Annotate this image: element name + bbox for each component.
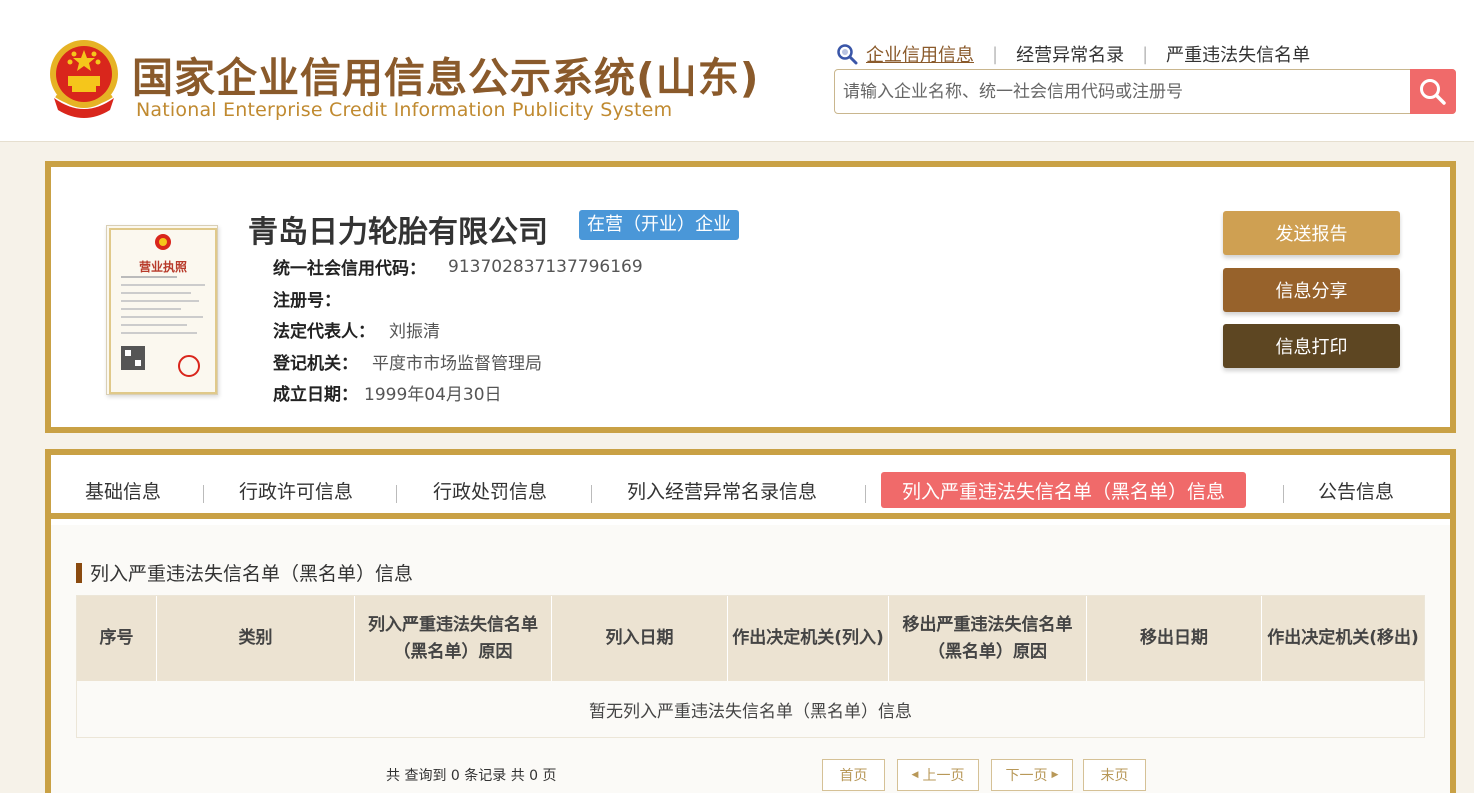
prev-page-button[interactable]: ◀ 上一页 (897, 759, 979, 791)
nav-link-abnormal-list[interactable]: 经营异常名录 (1016, 41, 1124, 67)
send-report-button[interactable]: 发送报告 (1223, 211, 1400, 255)
tab-separator (203, 485, 204, 503)
info-row-authority: 登记机关： 平度市市场监督管理局 (273, 353, 542, 374)
site-title-en: National Enterprise Credit Information P… (136, 99, 673, 121)
table-empty-message: 暂无列入严重违法失信名单（黑名单）信息 (77, 681, 1424, 737)
company-info: 统一社会信用代码： 913702837137796169 注册号： 法定代表人：… (273, 251, 643, 409)
column-header: 移出严重违法失信名单（黑名单）原因 (889, 596, 1087, 681)
print-info-button[interactable]: 信息打印 (1223, 324, 1400, 368)
first-page-button[interactable]: 首页 (822, 759, 885, 791)
share-info-button[interactable]: 信息分享 (1223, 268, 1400, 312)
tab-bar: 基础信息 行政许可信息 行政处罚信息 列入经营异常名录信息 列入严重违法失信名单… (51, 455, 1450, 519)
site-title-cn: 国家企业信用信息公示系统(山东) (132, 54, 760, 102)
info-row-legal-rep: 法定代表人： 刘振清 (273, 322, 440, 343)
pagination-summary: 共 查询到 0 条记录 共 0 页 (386, 768, 557, 784)
search-button[interactable] (1410, 69, 1456, 114)
tab-admin-penalty[interactable]: 行政处罚信息 (433, 472, 547, 508)
site-header: 国家企业信用信息公示系统(山东) National Enterprise Cre… (0, 0, 1474, 142)
section-title: 列入严重违法失信名单（黑名单）信息 (76, 559, 413, 586)
tab-basic-info[interactable]: 基础信息 (85, 472, 161, 508)
company-name: 青岛日力轮胎有限公司 (248, 215, 548, 250)
tab-separator (1283, 485, 1284, 503)
status-badge: 在营（开业）企业 (579, 210, 739, 240)
tab-announcements[interactable]: 公告信息 (1318, 472, 1394, 508)
tab-blacklist[interactable]: 列入严重违法失信名单（黑名单）信息 (881, 472, 1247, 508)
column-header: 作出决定机关(移出) (1267, 628, 1419, 648)
last-page-button[interactable]: 末页 (1083, 759, 1146, 791)
column-header: 列入严重违法失信名单（黑名单）原因 (355, 596, 552, 681)
national-emblem-icon (50, 40, 118, 118)
license-title: 营业执照 (138, 260, 187, 274)
search-icon (1420, 78, 1446, 105)
blacklist-table: 序号 类别 列入严重违法失信名单（黑名单）原因 列入日期 作出决定机关(列入) … (76, 595, 1425, 738)
column-header: 序号 (77, 596, 157, 681)
next-page-button[interactable]: 下一页 ▶ (991, 759, 1073, 791)
tab-separator (396, 485, 397, 503)
license-image-icon (109, 228, 217, 394)
info-row-established: 成立日期： 1999年04月30日 (273, 385, 502, 406)
column-header: 列入日期 (552, 596, 728, 681)
chevron-left-icon: ◀ (911, 770, 919, 780)
nav-link-blacklist[interactable]: 严重违法失信名单 (1166, 41, 1310, 67)
company-summary-panel: 营业执照 青岛日力轮胎有限公司 在营（开业）企业 统一社会信用代码： 91370… (45, 161, 1456, 433)
detail-panel: 基础信息 行政许可信息 行政处罚信息 列入经营异常名录信息 列入严重违法失信名单… (45, 449, 1456, 793)
top-nav: 企业信用信息 | 经营异常名录 | 严重违法失信名单 (836, 42, 1310, 66)
info-row-credit-code: 统一社会信用代码： 913702837137796169 (273, 256, 643, 280)
nav-link-credit-info[interactable]: 企业信用信息 (866, 41, 974, 67)
nav-separator: | (1142, 43, 1149, 65)
search-input[interactable] (843, 70, 1408, 113)
blacklist-section: 列入严重违法失信名单（黑名单）信息 序号 类别 列入严重违法失信名单（黑名单）原… (51, 525, 1450, 793)
column-header: 类别 (157, 596, 355, 681)
table-header: 序号 类别 列入严重违法失信名单（黑名单）原因 列入日期 作出决定机关(列入) … (77, 596, 1424, 681)
info-row-reg-no: 注册号： (273, 290, 341, 311)
tab-admin-license[interactable]: 行政许可信息 (239, 472, 353, 508)
chevron-right-icon: ▶ (1051, 770, 1059, 780)
column-header: 移出日期 (1087, 596, 1262, 681)
search-box (834, 69, 1456, 114)
tab-separator (591, 485, 592, 503)
tab-abnormal-list[interactable]: 列入经营异常名录信息 (627, 472, 817, 508)
business-license-thumbnail[interactable]: 营业执照 (106, 225, 218, 395)
tab-separator (865, 485, 866, 503)
pagination: 共 查询到 0 条记录 共 0 页 首页 ◀ 上一页 下一页 ▶ 末页 (51, 759, 1450, 791)
section-marker (76, 562, 82, 583)
search-icon (837, 44, 858, 65)
nav-separator: | (992, 43, 999, 65)
column-header: 作出决定机关(列入) (728, 596, 889, 681)
